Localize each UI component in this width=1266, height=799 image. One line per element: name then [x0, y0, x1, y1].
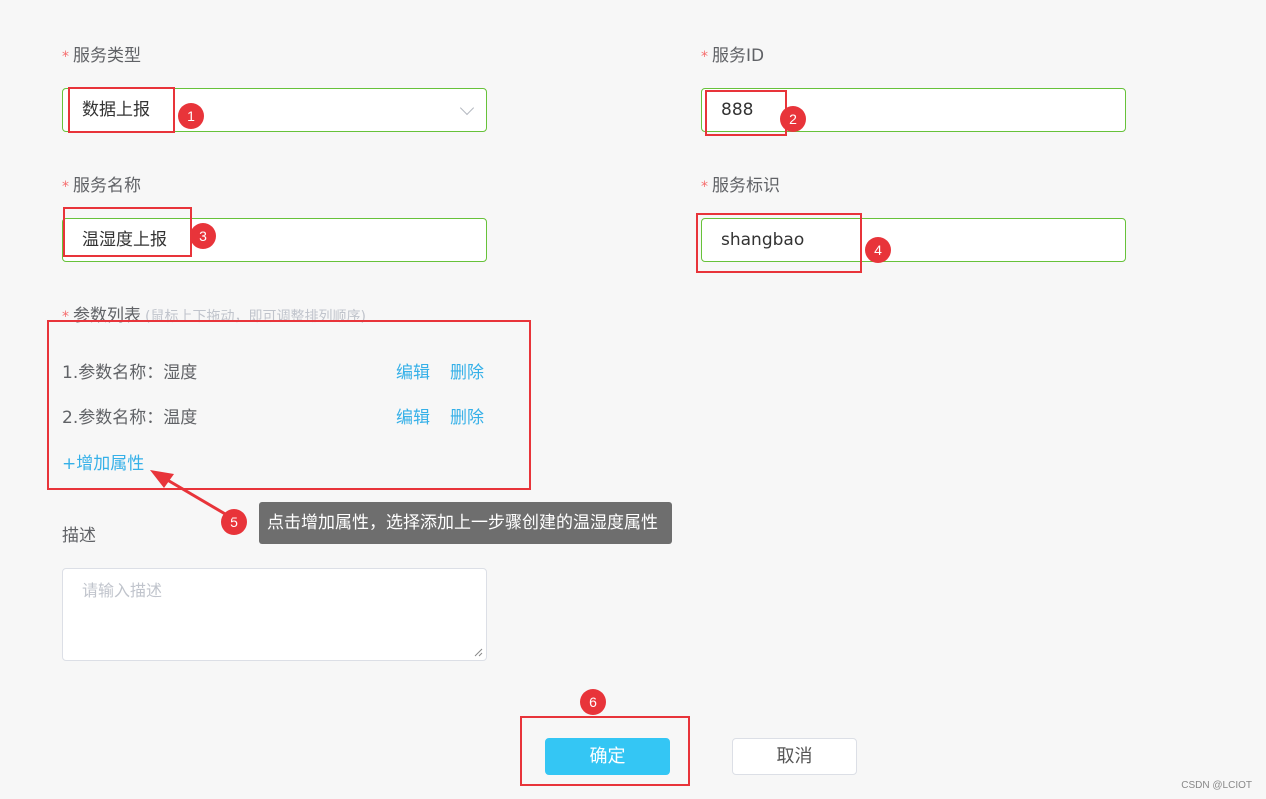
annotation-arrow-icon [150, 470, 233, 520]
annotation-box-5 [47, 320, 531, 490]
annotation-box-4 [696, 213, 862, 273]
service-id-label: * 服务ID [701, 46, 765, 66]
cancel-button[interactable]: 取消 [732, 738, 857, 775]
service-name-label: * 服务名称 [62, 176, 141, 196]
annotation-box-1 [68, 87, 175, 133]
watermark: CSDN @LCIOT [1181, 780, 1252, 791]
annotation-badge-6: 6 [580, 689, 606, 715]
annotation-tooltip: 点击增加属性，选择添加上一步骤创建的温湿度属性 [259, 502, 672, 544]
description-textarea[interactable]: 请输入描述 [62, 568, 487, 661]
description-label: 描述 [62, 526, 96, 546]
annotation-badge-3: 3 [190, 223, 216, 249]
service-identifier-label: * 服务标识 [701, 176, 780, 196]
annotation-badge-2: 2 [780, 106, 806, 132]
annotation-badge-1: 1 [178, 103, 204, 129]
annotation-box-3 [63, 207, 192, 257]
service-type-label: * 服务类型 [62, 46, 141, 66]
annotation-box-6 [520, 716, 690, 786]
description-placeholder: 请输入描述 [82, 581, 163, 600]
annotation-badge-4: 4 [865, 237, 891, 263]
resize-grip-icon[interactable] [474, 648, 483, 657]
annotation-box-2 [705, 90, 787, 136]
chevron-down-icon[interactable] [459, 100, 475, 116]
